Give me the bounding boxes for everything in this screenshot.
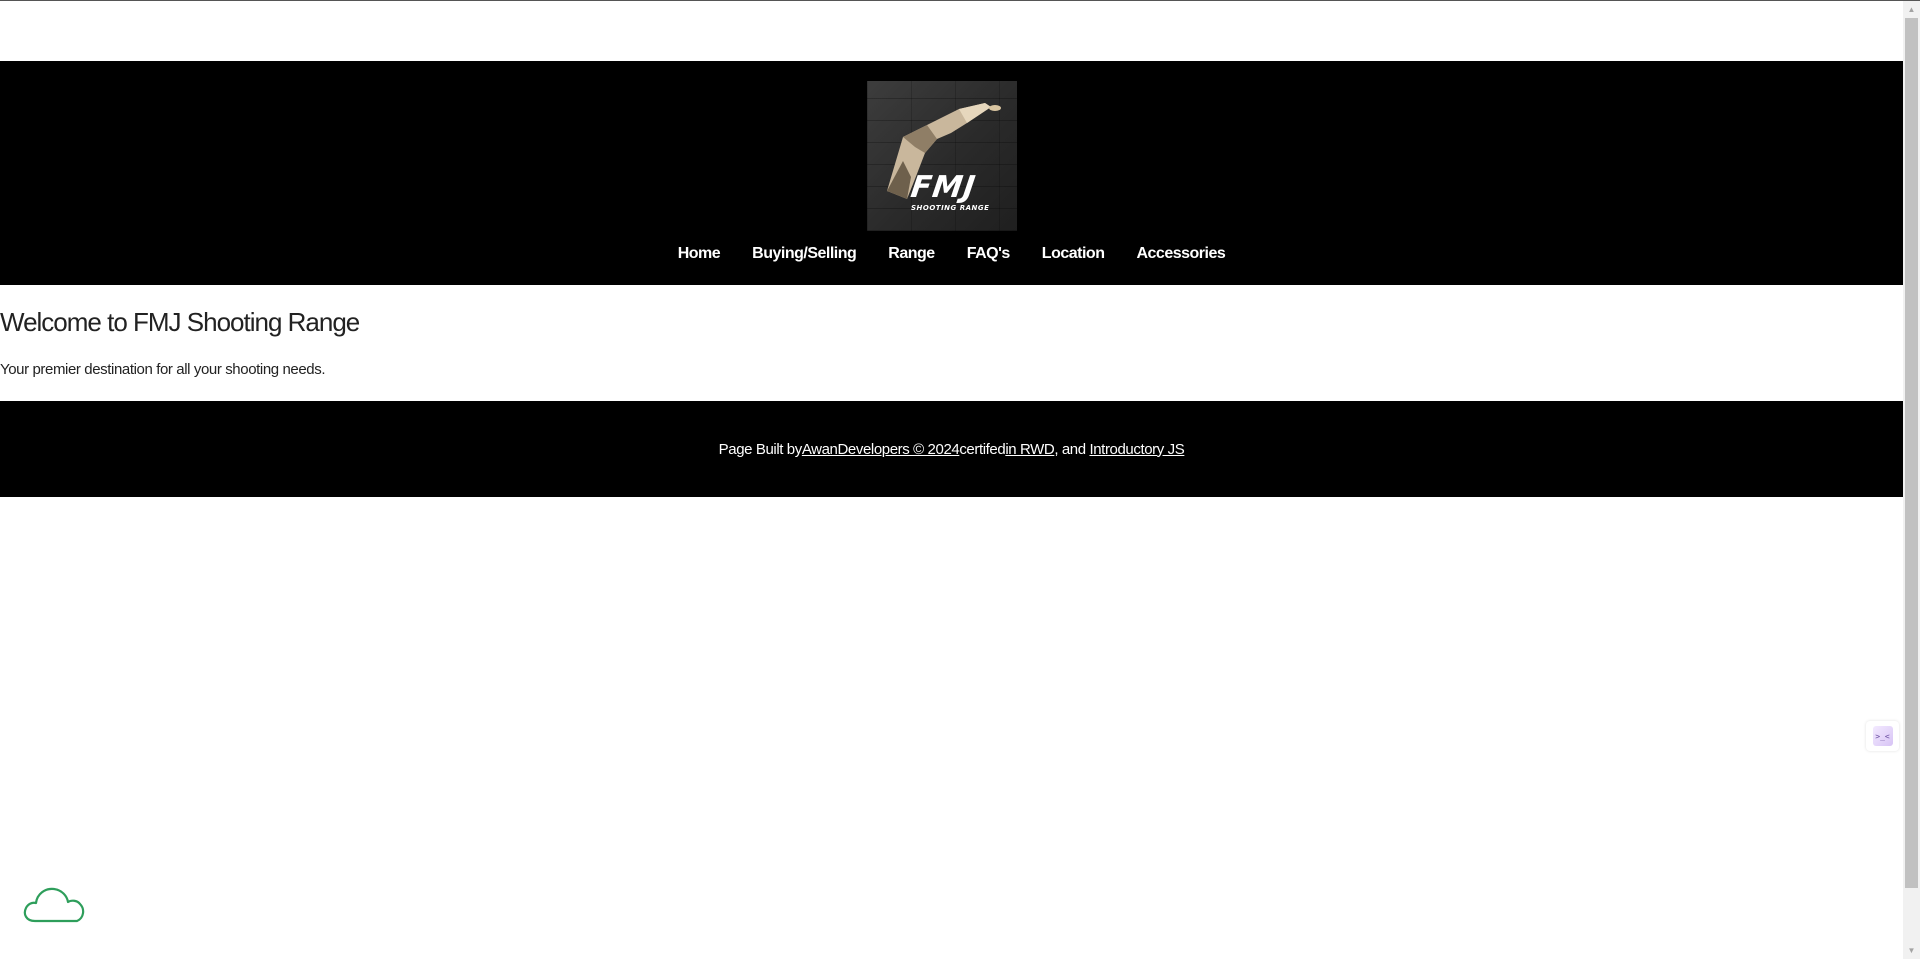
site-logo[interactable]: FMJ SHOOTING RANGE [867,81,1017,231]
logo-subtitle: SHOOTING RANGE [911,204,990,212]
scroll-down-arrow-icon[interactable]: ▼ [1903,942,1920,959]
nav-location[interactable]: Location [1026,242,1121,266]
footer-author-link[interactable]: AwanDevelopers © 2024 [802,441,960,458]
footer-js-link[interactable]: Introductory JS [1089,441,1184,458]
extension-face-icon: >_< [1872,726,1893,746]
nav-buying-selling[interactable]: Buying/Selling [736,242,872,266]
site-header: FMJ SHOOTING RANGE Home Buying/Selling R… [0,61,1903,285]
nav-range[interactable]: Range [872,242,950,266]
logo-title: FMJ [908,170,979,205]
scrollbar-thumb[interactable] [1905,18,1918,888]
nav-faqs[interactable]: FAQ's [951,242,1026,266]
cloud-icon[interactable] [21,881,87,925]
footer-rwd-link[interactable]: in RWD [1005,441,1054,458]
footer-prefix: Page Built by [718,440,803,458]
extension-widget-button[interactable]: >_< [1866,721,1899,751]
main-content: Welcome to FMJ Shooting Range Your premi… [0,285,1903,401]
site-footer: Page Built by AwanDevelopers © 2024 cert… [0,401,1903,497]
footer-joiner-text: , and [1054,440,1090,458]
nav-accessories[interactable]: Accessories [1120,242,1241,266]
scroll-up-arrow-icon[interactable]: ▲ [1903,1,1920,18]
nav-home[interactable]: Home [662,242,736,266]
page: FMJ SHOOTING RANGE Home Buying/Selling R… [0,0,1903,959]
vertical-scrollbar[interactable]: ▲ ▼ [1903,1,1920,959]
footer-certified-text: certifed [959,440,1006,458]
page-tagline: Your premier destination for all your sh… [0,361,326,378]
page-title: Welcome to FMJ Shooting Range [0,307,360,337]
main-nav: Home Buying/Selling Range FAQ's Location… [0,242,1903,266]
